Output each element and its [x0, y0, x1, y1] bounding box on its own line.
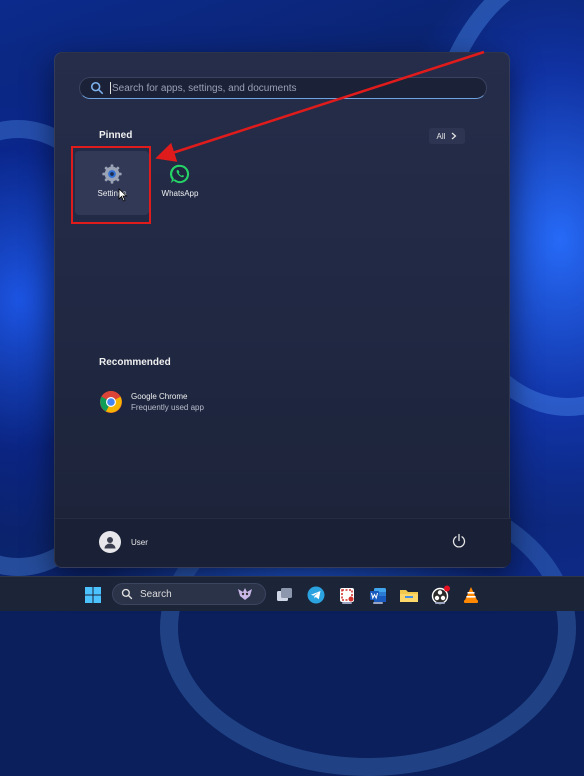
start-button[interactable]: [82, 584, 104, 606]
chevron-right-icon: [452, 132, 457, 140]
taskbar-search[interactable]: Search: [112, 583, 266, 605]
start-menu: Pinned All Settings: [54, 52, 511, 568]
telegram-icon: [307, 586, 325, 604]
whatsapp-label: WhatsApp: [161, 189, 199, 198]
running-indicator: [435, 602, 445, 604]
pinned-heading: Pinned: [99, 130, 133, 141]
task-view-icon: [277, 588, 292, 601]
taskbar-obs[interactable]: [429, 584, 451, 606]
user-account-button[interactable]: User: [99, 531, 148, 553]
running-indicator: [373, 602, 383, 604]
user-icon: [104, 537, 116, 549]
chrome-icon: [100, 391, 122, 413]
recommended-heading: Recommended: [99, 357, 171, 368]
taskbar-vlc[interactable]: [460, 584, 482, 606]
taskbar-search-label: Search: [140, 588, 172, 600]
taskbar-telegram[interactable]: [305, 584, 327, 606]
annotation-highlight-box: [71, 146, 151, 224]
search-icon: [90, 81, 104, 95]
search-icon: [121, 588, 133, 600]
all-apps-label: All: [436, 131, 446, 141]
all-apps-button[interactable]: All: [429, 128, 465, 144]
search-highlight-icon: [238, 588, 252, 600]
windows-start-icon: [85, 587, 101, 603]
start-menu-footer: User: [55, 518, 511, 567]
taskbar-file-explorer[interactable]: [398, 584, 420, 606]
start-search-box[interactable]: [79, 77, 487, 99]
taskbar: Search: [0, 576, 584, 611]
file-explorer-icon: [400, 590, 418, 602]
recommended-item-name: Google Chrome: [131, 392, 188, 401]
recommended-item-google-chrome[interactable]: Google Chrome Frequently used app: [99, 387, 299, 417]
taskbar-snipping-tool[interactable]: [336, 584, 358, 606]
vlc-icon: [464, 587, 478, 603]
recommended-item-subtitle: Frequently used app: [131, 403, 204, 412]
taskbar-task-view[interactable]: [274, 584, 296, 606]
user-name: User: [131, 537, 148, 547]
power-icon[interactable]: [451, 533, 467, 549]
text-caret: [110, 82, 111, 94]
start-search-input[interactable]: [112, 82, 452, 94]
whatsapp-icon: [169, 164, 190, 184]
running-indicator: [342, 602, 352, 604]
pinned-app-whatsapp[interactable]: WhatsApp: [143, 151, 217, 215]
taskbar-word[interactable]: [367, 584, 389, 606]
avatar: [99, 531, 121, 553]
